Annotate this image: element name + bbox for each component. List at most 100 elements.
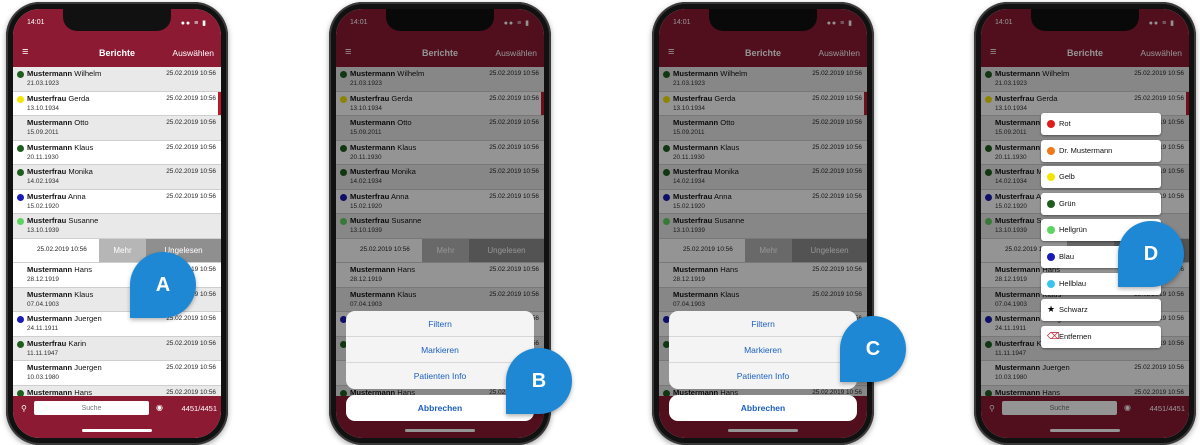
patient-name: Mustermann Juergen: [27, 314, 102, 323]
patient-name: Musterfrau Monika: [27, 167, 93, 176]
patient-surname: Musterfrau: [27, 338, 67, 348]
bottom-bar: ⚲ ◉ 4451/4451: [13, 396, 221, 438]
list-item[interactable]: Mustermann Juergen24.11.191125.02.2019 1…: [13, 312, 221, 337]
patient-surname: Mustermann: [27, 265, 73, 274]
marker-option[interactable]: ⌫ Entfernen: [1041, 325, 1161, 348]
patient-name: Musterfrau Karin: [27, 339, 86, 348]
report-date: 25.02.2019 10:56: [166, 143, 216, 151]
patient-surname: Musterfrau: [27, 216, 67, 225]
notch: [63, 9, 171, 31]
marker-option-label: Dr. Mustermann: [1059, 145, 1113, 155]
list-item[interactable]: Mustermann Juergen 10.03.1980 25.02.2019 1…: [13, 361, 221, 386]
marker-option[interactable]: Gelb: [1041, 166, 1161, 189]
mark-option[interactable]: Markieren: [669, 337, 857, 363]
record-count: 4451/4451: [181, 404, 217, 413]
status-time: 14:01: [27, 19, 45, 26]
marker-option-label: Rot: [1059, 119, 1071, 128]
patient-birthdate: 24.11.1911: [27, 325, 59, 332]
report-date: 25.02.2019 10:56: [166, 339, 216, 347]
marker-option[interactable]: Dr. Mustermann: [1041, 139, 1161, 162]
screen: 14:01 ●● ≡ ▮ ≡ Berichte Auswählen Muster…: [659, 9, 867, 438]
patient-surname: Mustermann: [27, 69, 73, 78]
report-date: 25.02.2019 10:56: [166, 70, 216, 77]
list-item[interactable]: Mustermann Klaus20.11.1930 25.02.2019 10:…: [13, 140, 221, 165]
report-date: 25.02.2019 10:56: [166, 364, 216, 371]
color-marker-icon: [17, 169, 24, 176]
action-sheet-options: Filtern Markieren Patienten Info: [669, 311, 857, 389]
patient-firstname: Hans: [74, 265, 93, 274]
list-item[interactable]: Musterfrau Monika 14.02.1934 25.02.2019 10…: [13, 165, 221, 190]
color-dot-icon: [1047, 146, 1055, 155]
list-item[interactable]: Musterfrau Susanne 13.10.1939: [13, 214, 221, 239]
report-date: 25.02.2019 10:56: [166, 388, 216, 396]
patient-firstname: Juergen: [74, 314, 102, 323]
color-marker-icon: [17, 193, 24, 201]
patient-name: Mustermann Wilhelm: [27, 69, 101, 78]
filter-option[interactable]: Filtern: [669, 311, 857, 337]
report-list[interactable]: Mustermann Wilhelm 21.03.1923 25.02.2019 1…: [13, 67, 221, 396]
patient-firstname: Karin: [68, 338, 87, 348]
patient-firstname: Monika: [68, 167, 93, 176]
swiped-list-item[interactable]: 25.02.2019 10:56MehrUngelesen: [13, 238, 221, 263]
patient-info-option[interactable]: Patienten Info: [669, 363, 857, 389]
marker-option-label: Hellblau: [1059, 278, 1087, 288]
eye-icon[interactable]: ◉: [156, 403, 163, 412]
patient-birthdate: 11.11.1947: [27, 349, 59, 357]
patient-firstname: Susanne: [68, 216, 99, 225]
patient-firstname: Gerda: [68, 93, 90, 103]
marker-option[interactable]: Grün: [1041, 192, 1161, 215]
patient-birthdate: 14.02.1934: [27, 178, 59, 185]
marker-option[interactable]: ★ Schwarz: [1041, 299, 1161, 322]
nav-bar: ≡ Berichte Auswählen: [13, 39, 221, 67]
report-date: 25.02.2019 10:56: [166, 94, 216, 102]
patient-name: Mustermann Klaus: [27, 143, 93, 152]
patient-name: Musterfrau Susanne: [27, 216, 98, 225]
list-item[interactable]: Mustermann Otto 15.09.2011 25.02.2019 10:5…: [13, 116, 221, 141]
color-dot-icon: [1047, 199, 1055, 208]
color-dot-icon: [1047, 279, 1055, 288]
color-marker-icon: [17, 71, 24, 78]
patient-firstname: Juergen: [74, 363, 102, 372]
marker-option-label: Blau: [1059, 251, 1075, 261]
report-date: 25.02.2019 10:56: [166, 192, 216, 200]
phone-a: 14:01 ●● ≡ ▮ ≡ Berichte Auswählen Muster…: [6, 2, 228, 445]
patient-surname: Mustermann: [27, 363, 73, 372]
report-date: 25.02.2019 10:56: [166, 168, 216, 175]
select-button[interactable]: Auswählen: [172, 48, 214, 58]
eraser-icon: ⌫: [1047, 330, 1060, 341]
color-marker-icon: [17, 340, 24, 348]
color-marker-icon: [17, 144, 24, 152]
list-item[interactable]: Musterfrau Gerda 13.10.1934 25.02.2019 10:…: [13, 91, 221, 116]
list-item[interactable]: Musterfrau Anna15.02.192025.02.2019 10:5…: [13, 189, 221, 214]
marker-option-label: Schwarz: [1059, 305, 1088, 315]
patient-birthdate: 20.11.1930: [27, 153, 59, 161]
patient-surname: Mustermann: [27, 314, 73, 323]
more-button[interactable]: Mehr: [99, 238, 146, 262]
cancel-button[interactable]: Abbrechen: [669, 395, 857, 421]
list-item[interactable]: Musterfrau Karin11.11.194725.02.2019 10:…: [13, 336, 221, 361]
patient-name: Mustermann Klaus: [27, 290, 93, 299]
color-marker-icon: [17, 316, 24, 323]
search-input[interactable]: [34, 401, 149, 415]
list-item[interactable]: Mustermann Hans 25.02.2019 10:56: [13, 385, 221, 396]
patient-firstname: Anna: [67, 191, 86, 201]
color-dot-icon: [1047, 173, 1055, 182]
patient-birthdate: 28.12.1919: [27, 276, 59, 283]
color-marker-icon: [17, 218, 24, 225]
patient-birthdate: 07.04.1903: [27, 300, 59, 308]
list-item[interactable]: Mustermann Wilhelm 21.03.1923 25.02.2019 1…: [13, 67, 221, 92]
patient-name: Musterfrau Anna: [27, 192, 86, 201]
status-icons: ●● ≡ ▮: [180, 20, 207, 27]
patient-name: Musterfrau Gerda: [27, 94, 89, 103]
mark-option[interactable]: Markieren: [346, 337, 534, 363]
report-date: 25.02.2019 10:56: [37, 245, 87, 253]
patient-surname: Musterfrau: [27, 191, 67, 201]
patient-firstname: Klaus: [74, 289, 94, 299]
color-marker-icon: [17, 95, 24, 103]
marker-option[interactable]: Rot: [1041, 113, 1161, 135]
marker-option-label: Grün: [1059, 198, 1076, 208]
patient-surname: Musterfrau: [27, 167, 67, 176]
filter-option[interactable]: Filtern: [346, 311, 534, 337]
patient-name: Mustermann Otto: [27, 118, 89, 127]
report-date: 25.02.2019 10:56: [166, 119, 216, 126]
